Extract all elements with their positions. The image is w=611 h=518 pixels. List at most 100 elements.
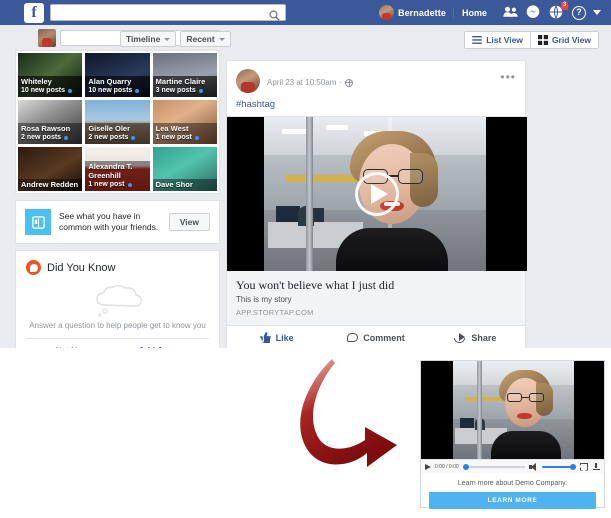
unread-dot-icon [67,88,72,93]
share-button[interactable]: Share [426,332,525,343]
friend-tile-caption: Martine Claire 3 new posts [152,76,217,97]
more-options-icon[interactable]: ••• [500,69,516,83]
recent-dropdown[interactable]: Recent [180,31,231,47]
recent-dropdown-label: Recent [186,34,215,44]
curved-arrow-icon [285,357,410,472]
video-player-card: 0:00 / 0:00 Learn more about Demo Compan… [420,360,605,509]
friend-new-posts: 1 new post [156,133,214,142]
search-input[interactable] [51,5,261,20]
friend-new-posts: 10 new posts [88,86,146,95]
post-body-text[interactable]: #hashtag [227,97,525,116]
friend-tile[interactable]: Dave Shor [152,147,217,191]
list-view-icon [472,36,483,44]
player-controls: 0:00 / 0:00 [421,459,604,473]
play-icon[interactable] [425,463,431,470]
thumbs-up-icon [259,332,271,343]
post-header: April 23 at 10:50am · ••• [227,61,525,97]
navbar-icon-group: 3 [495,2,568,20]
view-button[interactable]: View [168,213,210,231]
volume-slider[interactable] [542,463,576,470]
unread-dot-icon [131,135,136,140]
avatar[interactable] [236,69,260,93]
thought-bubble-icon [26,281,209,319]
like-button-label: Like [275,332,294,343]
friend-tile[interactable]: Alexandra T. Greenhill 1 new post [85,147,150,191]
friend-new-posts: 2 new posts [21,133,79,142]
friend-new-posts-label: 3 new posts [155,87,196,94]
player-caption: Learn more about Demo Company. [457,480,568,487]
did-you-know-subtitle: Answer a question to help people get to … [29,321,206,330]
seek-bar[interactable] [462,463,525,470]
globe-privacy-icon[interactable] [345,78,354,87]
unread-dot-icon [194,135,199,140]
did-you-know-header: Did You Know [26,260,209,275]
chevron-down-icon[interactable] [593,10,601,15]
friend-new-posts: 10 new posts [21,86,79,95]
post-timestamp-row: April 23 at 10:50am · [267,78,500,87]
friend-requests-icon[interactable] [503,5,518,20]
play-icon[interactable] [355,172,399,216]
volume-icon[interactable] [529,462,538,471]
player-video-frame [453,361,574,459]
list-view-button[interactable]: List View [465,32,530,48]
friend-tile[interactable]: Giselle Oler 2 new posts [85,100,150,144]
friend-new-posts: 3 new posts [156,86,214,95]
timeline-dropdown[interactable]: Timeline [120,31,177,47]
facebook-top-navbar: f Bernadette Home 3 ? [0,0,611,25]
friend-name: Alexandra T. Greenhill [88,162,133,180]
grid-view-icon [537,35,548,45]
friend-new-posts: 1 new post [88,180,146,189]
like-button[interactable]: Like [227,332,326,343]
friend-new-posts-label: 10 new posts [88,87,133,94]
search-box[interactable] [50,4,286,21]
did-you-know-card: Did You Know Answer a question to help p… [15,250,220,348]
messenger-icon[interactable] [526,5,541,20]
friend-tile[interactable]: Rosa Rawson 2 new posts [18,100,83,144]
post-meta: April 23 at 10:50am · [267,69,500,87]
friend-tile[interactable]: Alan Quarry 10 new posts [85,53,150,97]
left-column: Whiteley 10 new posts Alan Quarry 10 new… [15,50,220,348]
view-toggle-group: List View Grid View [464,31,599,49]
unread-dot-icon [198,88,203,93]
grid-view-button[interactable]: Grid View [529,32,598,48]
friend-tile[interactable]: Andrew Redden [18,147,83,191]
did-you-know-icon [26,260,41,275]
search-icon[interactable] [269,8,280,26]
grid-view-label: Grid View [551,35,591,45]
volume-handle[interactable] [570,463,576,470]
fullscreen-icon[interactable] [580,462,588,471]
comment-button-label: Comment [363,332,405,343]
avatar [378,5,394,20]
player-time-display: 0:00 / 0:00 [435,463,459,470]
seek-handle[interactable] [462,463,469,470]
download-icon[interactable] [592,462,600,471]
home-link[interactable]: Home [452,7,495,18]
friends-grid: Whiteley 10 new posts Alan Quarry 10 new… [15,50,220,194]
post-video[interactable] [227,116,527,271]
did-you-know-title: Did You Know [47,261,116,274]
notifications-globe-icon[interactable]: 3 [549,2,568,20]
unread-dot-icon [135,88,140,93]
comment-icon [347,333,359,342]
friend-new-posts-label: 2 new posts [88,134,129,141]
post-action-bar: Like Comment Share [227,326,525,348]
profile-link[interactable]: Bernadette [378,5,453,20]
friend-name: Alan Quarry [88,77,132,86]
friend-new-posts: 2 new posts [88,133,146,142]
friend-tile[interactable]: Lea West 1 new post [152,100,217,144]
help-icon[interactable]: ? [572,5,586,20]
player-video[interactable] [421,361,604,459]
link-preview-card[interactable]: You won't believe what I just did This i… [227,271,525,326]
facebook-logo-icon[interactable]: f [24,2,44,23]
friend-name: Dave Shor [155,180,193,189]
notification-badge: 3 [561,2,568,10]
friend-new-posts-label: 1 new post [155,134,192,141]
learn-more-button[interactable]: LEARN MORE [429,492,596,509]
friend-tile[interactable]: Whiteley 10 new posts [18,53,83,97]
comment-button[interactable]: Comment [326,332,425,343]
friend-name: Lea West [155,124,189,133]
friend-name: Martine Claire [155,77,206,86]
friend-tile[interactable]: Martine Claire 3 new posts [152,53,217,97]
friend-tile-caption: Lea West 1 new post [152,123,217,144]
post-timestamp[interactable]: April 23 at 10:50am [267,78,336,87]
